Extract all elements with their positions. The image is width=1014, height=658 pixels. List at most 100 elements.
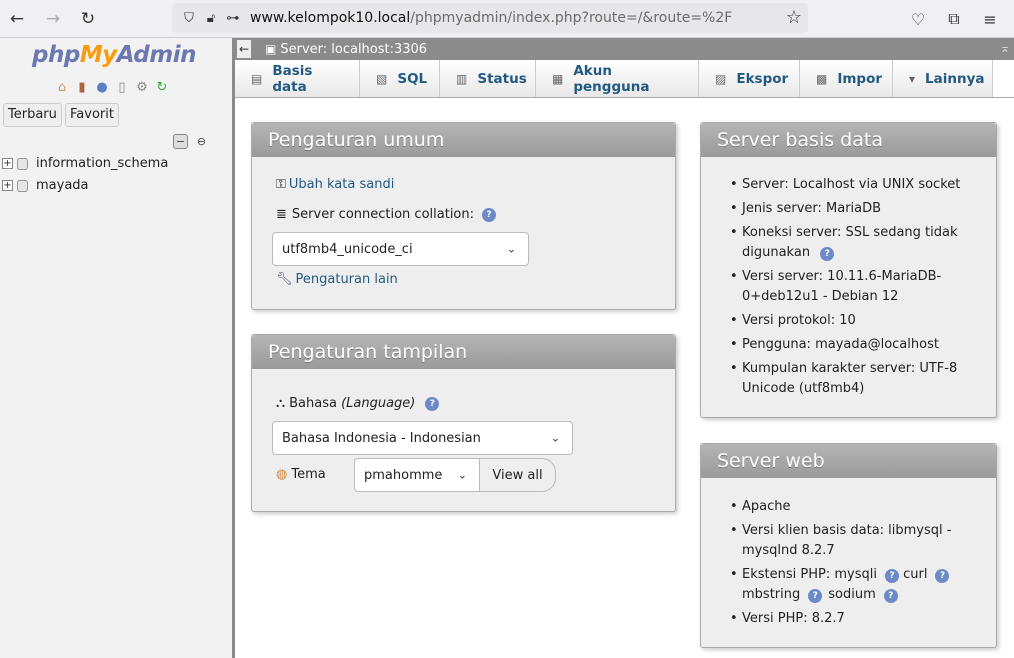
change-password-row: ⚿ Ubah kata sandi bbox=[276, 177, 394, 192]
db-name[interactable]: information_schema bbox=[36, 156, 168, 171]
panel-title: Pengaturan tampilan bbox=[252, 335, 675, 369]
help-icon[interactable]: ● bbox=[94, 79, 110, 95]
tab-user-accounts[interactable]: ▦ Akun pengguna bbox=[536, 60, 699, 97]
help-icon[interactable]: ? bbox=[482, 207, 497, 222]
sidebar-quick-icons: ⌂ ▮ ● ▯ ⚙ ↻ bbox=[54, 79, 170, 95]
server-label[interactable]: Server: localhost:3306 bbox=[280, 42, 427, 57]
theme-select[interactable]: pmahomme ⌄ bbox=[354, 458, 480, 492]
help-icon[interactable]: ? bbox=[808, 589, 823, 603]
help-icon[interactable]: ? bbox=[425, 396, 440, 411]
recent-button[interactable]: Terbaru bbox=[3, 103, 62, 127]
language-label-en: (Language) bbox=[341, 396, 416, 411]
tab-sql[interactable]: ▧ SQL bbox=[360, 60, 440, 97]
tab-more[interactable]: ▾ Lainnya bbox=[893, 60, 993, 97]
theme-value: pmahomme bbox=[364, 467, 443, 483]
database-icon bbox=[17, 157, 28, 170]
sidebar-resizer[interactable] bbox=[232, 38, 235, 658]
info-item-server: Server: Localhost via UNIX socket bbox=[730, 175, 992, 195]
expand-icon[interactable]: + bbox=[2, 180, 13, 191]
browser-toolbar: ← → ↻ ⛉ 🔓︎ ⊶ www.kelompok10.local/phpmya… bbox=[0, 0, 1014, 38]
sql-icon: ▧ bbox=[376, 71, 388, 86]
general-settings-panel: Pengaturan umum ⚿ Ubah kata sandi ≣ Serv… bbox=[251, 122, 676, 310]
favorites-button[interactable]: Favorit bbox=[65, 103, 119, 127]
more-settings-link[interactable]: Pengaturan lain bbox=[296, 272, 398, 287]
db-tree-item[interactable]: + information_schema bbox=[2, 156, 168, 171]
chevron-down-icon: ⌄ bbox=[457, 468, 467, 482]
tab-databases[interactable]: ▤ Basis data bbox=[235, 60, 360, 97]
tab-export[interactable]: ▨ Ekspor bbox=[699, 60, 800, 97]
collation-label: Server connection collation: bbox=[291, 207, 475, 222]
import-icon: ▩ bbox=[816, 71, 828, 86]
bookmark-star-icon[interactable]: ☆ bbox=[786, 7, 802, 28]
expand-icon[interactable]: + bbox=[2, 158, 13, 169]
link-icon[interactable]: ⊖ bbox=[194, 134, 209, 149]
tab-status[interactable]: ▥ Status bbox=[440, 60, 536, 97]
key-icon: ⚿ bbox=[276, 177, 286, 192]
theme-label: Tema bbox=[291, 467, 326, 482]
help-icon[interactable]: ? bbox=[883, 589, 898, 603]
help-icon[interactable]: ? bbox=[820, 247, 835, 261]
help-icon[interactable]: ? bbox=[884, 569, 899, 583]
info-item-user: Pengguna: mayada@localhost bbox=[730, 335, 992, 355]
url-text[interactable]: www.kelompok10.local/phpmyadmin/index.ph… bbox=[250, 10, 732, 26]
language-select[interactable]: Bahasa Indonesia - Indonesian ⌄ bbox=[272, 421, 573, 455]
settings-icon[interactable]: ⚙ bbox=[134, 79, 150, 95]
theme-row: ◍ Tema bbox=[276, 467, 326, 482]
help-icon[interactable]: ? bbox=[935, 569, 950, 583]
db-tree-item[interactable]: + mayada bbox=[2, 178, 89, 193]
more-settings-row: 🔧︎ Pengaturan lain bbox=[276, 272, 398, 287]
wrench-icon: 🔧︎ bbox=[276, 272, 293, 287]
logout-icon[interactable]: ▮ bbox=[74, 79, 90, 95]
browser-right-icons: ♡ ⧉ ≡ bbox=[902, 2, 1006, 36]
phpmyadmin-logo[interactable]: phpMyAdmin bbox=[32, 42, 196, 68]
view-all-themes-button[interactable]: View all bbox=[479, 458, 556, 492]
scroll-top-icon[interactable]: ⌅ bbox=[1000, 41, 1010, 55]
database-icon bbox=[17, 179, 28, 192]
tab-import[interactable]: ▩ Impor bbox=[800, 60, 893, 97]
pocket-icon[interactable]: ♡ bbox=[902, 2, 934, 36]
panel-title: Server basis data bbox=[701, 123, 996, 157]
web-server-info-list: Apache Versi klien basis data: libmysql … bbox=[730, 497, 992, 633]
reload-icon[interactable]: ↻ bbox=[71, 2, 105, 36]
language-row: ⛬ Bahasa (Language) ? bbox=[276, 396, 440, 411]
address-bar[interactable]: ⛉ 🔓︎ ⊶ www.kelompok10.local/phpmyadmin/i… bbox=[172, 3, 808, 33]
language-icon: ⛬ bbox=[276, 396, 286, 411]
forward-arrow-icon[interactable]: → bbox=[36, 2, 70, 36]
change-password-link[interactable]: Ubah kata sandi bbox=[289, 177, 394, 192]
collapse-sidebar-arrow-icon[interactable]: ← bbox=[237, 40, 251, 58]
db-name[interactable]: mayada bbox=[36, 178, 89, 193]
chevron-down-icon: ⌄ bbox=[506, 242, 516, 256]
shield-icon: ⛉ bbox=[184, 10, 194, 26]
navigation-sidebar bbox=[0, 38, 232, 658]
panel-title: Pengaturan umum bbox=[252, 123, 675, 157]
refresh-icon[interactable]: ↻ bbox=[154, 79, 170, 95]
chevron-down-icon: ▾ bbox=[909, 71, 916, 86]
back-arrow-icon[interactable]: ← bbox=[0, 2, 34, 36]
database-server-panel: Server basis data Server: Localhost via … bbox=[700, 122, 997, 418]
status-icon: ▥ bbox=[456, 71, 468, 86]
tree-controls: − ⊖ bbox=[173, 134, 209, 149]
permissions-icon[interactable]: ⊶ bbox=[222, 3, 244, 33]
database-icon: ▤ bbox=[251, 71, 263, 86]
ext-mbstring: mbstring bbox=[742, 587, 801, 602]
panel-title: Server web bbox=[701, 444, 996, 478]
server-breadcrumb-bar: ← ▣ Server: localhost:3306 ⌅ bbox=[235, 38, 1014, 60]
insecure-lock-icon[interactable]: 🔓︎ bbox=[200, 3, 222, 33]
chevron-down-icon: ⌄ bbox=[550, 431, 560, 445]
info-item-version: Versi server: 10.11.6-MariaDB-0+deb12u1 … bbox=[730, 267, 992, 307]
language-label: Bahasa bbox=[289, 396, 342, 411]
collation-icon: ≣ bbox=[276, 207, 287, 222]
appearance-settings-panel: Pengaturan tampilan ⛬ Bahasa (Language) … bbox=[251, 334, 676, 512]
db-server-info-list: Server: Localhost via UNIX socket Jenis … bbox=[730, 175, 992, 403]
home-icon[interactable]: ⌂ bbox=[54, 79, 70, 95]
info-item-server-type: Jenis server: MariaDB bbox=[730, 199, 992, 219]
collapse-all-icon[interactable]: − bbox=[173, 134, 188, 149]
web-server-panel: Server web Apache Versi klien basis data… bbox=[700, 443, 997, 648]
extensions-icon[interactable]: ⧉ bbox=[938, 2, 970, 36]
menu-icon[interactable]: ≡ bbox=[974, 2, 1006, 36]
info-item-connection: Koneksi server: SSL sedang tidak digunak… bbox=[730, 223, 992, 263]
info-item-php-extensions: Ekstensi PHP: mysqli? curl? mbstring?sod… bbox=[730, 565, 992, 605]
docs-icon[interactable]: ▯ bbox=[114, 79, 130, 95]
collation-select[interactable]: utf8mb4_unicode_ci ⌄ bbox=[272, 232, 529, 266]
language-value: Bahasa Indonesia - Indonesian bbox=[282, 430, 481, 446]
